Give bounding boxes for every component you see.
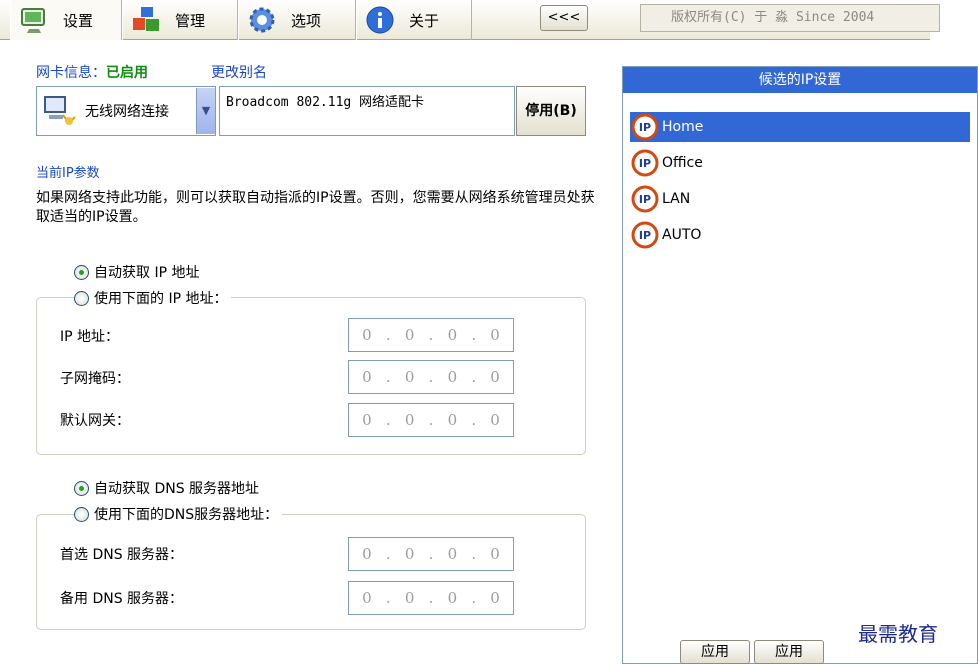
secondary-dns-label: 备用 DNS 服务器：: [60, 591, 184, 607]
svg-text:IP: IP: [639, 193, 651, 206]
gateway-input[interactable]: 0. 0. 0. 0: [348, 403, 514, 437]
octet: 0: [447, 411, 458, 429]
monitor-icon: [21, 8, 45, 33]
tab-options[interactable]: 选项: [238, 0, 356, 40]
apply-button[interactable]: 应用: [680, 640, 750, 664]
watermark-text: 最需教育: [858, 622, 938, 646]
candidate-label: Home: [662, 119, 704, 135]
tab-settings[interactable]: 设置: [10, 0, 122, 40]
nic-description: Broadcom 802.11g 网络适配卡: [219, 86, 515, 136]
apply-button-2[interactable]: 应用: [754, 640, 824, 664]
octet: 0: [404, 411, 415, 429]
disable-button[interactable]: 停用(B): [516, 86, 586, 136]
ip-description: 如果网络支持此功能，则可以获取自动指派的IP设置。否则，您需要从网络系统管理员处…: [36, 190, 595, 225]
candidate-label: AUTO: [662, 227, 702, 243]
octet: 0: [362, 368, 372, 386]
secondary-dns-input[interactable]: 0. 0. 0. 0: [348, 581, 514, 615]
section-title: 当前IP参数: [36, 166, 100, 181]
info-icon: [366, 6, 394, 34]
octet: 0: [490, 411, 500, 429]
auto-ip-label: 自动获取 IP 地址: [94, 265, 200, 281]
svg-text:IP: IP: [639, 121, 651, 134]
primary-dns-input[interactable]: 0. 0. 0. 0: [348, 537, 514, 571]
subnet-mask-label: 子网掩码：: [60, 371, 130, 387]
candidate-item-office[interactable]: IP Office: [630, 148, 970, 178]
octet: 0: [362, 411, 372, 429]
candidate-panel-title: 候选的IP设置: [623, 67, 977, 93]
auto-ip-radio[interactable]: 自动获取 IP 地址: [74, 262, 204, 282]
gateway-label: 默认网关：: [60, 413, 130, 429]
auto-dns-label: 自动获取 DNS 服务器地址: [94, 481, 260, 497]
candidate-item-auto[interactable]: IP AUTO: [630, 220, 970, 250]
primary-dns-label: 首选 DNS 服务器：: [60, 547, 184, 563]
octet: 0: [447, 368, 458, 386]
ip-profile-icon: IP: [631, 221, 659, 249]
tab-label: 关于: [409, 11, 440, 30]
octet: 0: [362, 326, 372, 344]
auto-dns-radio[interactable]: 自动获取 DNS 服务器地址: [74, 478, 264, 498]
copyright-text: 版权所有(C) 于 淼 Since 2004: [640, 4, 940, 32]
nic-status: 已启用: [106, 65, 148, 81]
radio-dot: [74, 290, 89, 306]
chevron-down-icon[interactable]: ▼: [196, 88, 215, 134]
subnet-mask-input[interactable]: 0. 0. 0. 0: [348, 360, 514, 394]
candidate-item-lan[interactable]: IP LAN: [630, 184, 970, 214]
nic-select[interactable]: 无线网络连接 ▼: [36, 86, 216, 136]
tab-manage[interactable]: 管理: [122, 0, 238, 40]
radio-dot: [74, 480, 89, 496]
octet: 0: [404, 368, 415, 386]
nic-info-label: 网卡信息：: [36, 65, 106, 81]
ip-address-input[interactable]: 0. 0. 0. 0: [348, 318, 514, 352]
candidate-label: Office: [662, 155, 703, 171]
octet: 0: [447, 589, 458, 607]
rename-alias-link[interactable]: 更改别名: [211, 62, 267, 82]
ip-profile-icon: IP: [631, 185, 659, 213]
collapse-button[interactable]: <<<: [540, 5, 588, 31]
manual-dns-label: 使用下面的DNS服务器地址：: [94, 507, 279, 523]
octet: 0: [362, 545, 372, 563]
octet: 0: [362, 589, 372, 607]
tab-label: 选项: [291, 11, 322, 30]
octet: 0: [490, 589, 500, 607]
octet: 0: [490, 368, 500, 386]
nic-selected-name: 无线网络连接: [85, 104, 169, 120]
svg-text:IP: IP: [639, 229, 651, 242]
blocks-icon: [133, 7, 159, 31]
gear-icon: [249, 7, 275, 33]
radio-dot: [74, 264, 89, 280]
candidate-item-home[interactable]: IP Home: [630, 112, 970, 142]
tab-about[interactable]: 关于: [356, 0, 472, 40]
tab-bar: 设置 管理 选项 关于 <<< 版权所有(C) 于 淼 Since 2004: [0, 0, 940, 40]
octet: 0: [447, 326, 458, 344]
octet: 0: [447, 545, 458, 563]
tab-label: 设置: [63, 11, 94, 30]
ip-profile-icon: IP: [631, 149, 659, 177]
network-connection-icon: [44, 96, 76, 125]
manual-ip-radio[interactable]: 使用下面的 IP 地址：: [74, 288, 232, 308]
octet: 0: [490, 326, 500, 344]
radio-dot: [74, 506, 89, 522]
candidate-label: LAN: [662, 191, 691, 207]
manual-dns-radio[interactable]: 使用下面的DNS服务器地址：: [74, 504, 283, 524]
octet: 0: [490, 545, 500, 563]
octet: 0: [404, 545, 415, 563]
octet: 0: [404, 589, 415, 607]
ip-address-label: IP 地址：: [60, 329, 120, 345]
octet: 0: [404, 326, 415, 344]
tab-label: 管理: [175, 11, 206, 30]
svg-text:IP: IP: [639, 157, 651, 170]
nic-info: 网卡信息：已启用: [36, 62, 148, 82]
ip-profile-icon: IP: [631, 113, 659, 141]
manual-ip-label: 使用下面的 IP 地址：: [94, 291, 228, 307]
